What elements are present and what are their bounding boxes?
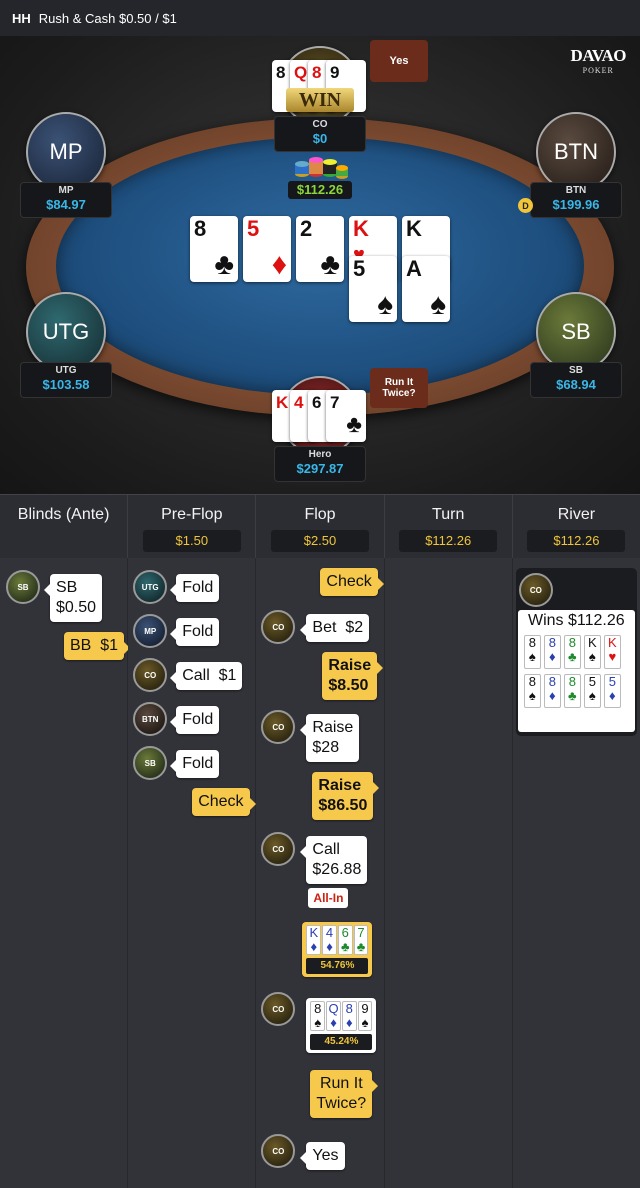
mini-card: 5 ♠ (583, 674, 601, 708)
col-preflop: UTG Fold MP Fold CO Call $1 BTN Fold SB … (128, 558, 257, 1188)
allin-badge: All-In (308, 888, 349, 908)
winner-text: Wins $112.26 (527, 612, 625, 629)
action-hero-raise-1: Raise $8.50 (322, 652, 383, 700)
avatar-co: CO (261, 610, 296, 644)
mini-card: 6 ♣ (337, 925, 353, 955)
seat-sb-avatar: SB (536, 292, 616, 372)
winner-hand-2: 8 ♠ 8 ♦ 8 ♣ 5 ♠ 5 ♦ (518, 674, 635, 708)
avatar-co: CO (518, 573, 553, 607)
co-equity-box: 8 ♠ Q ♦ 8 ♦ 9 ♠ 45.24% (306, 998, 377, 1053)
board-card-2: 5 ♦ (243, 216, 291, 282)
board-card-3: 2 ♣ (296, 216, 344, 282)
game-title: Rush & Cash $0.50 / $1 (38, 10, 177, 26)
board2-card-1: 5 ♠ (349, 256, 397, 322)
col-flop: Check CO Bet $2 Raise $8.50 CO Raise $28… (256, 558, 385, 1188)
street-preflop: Pre-Flop $1.50 (128, 495, 257, 558)
action-bb-blind: BB $1 (64, 632, 131, 660)
mini-card: 5 ♦ (603, 674, 621, 708)
mini-card: 8 ♣ (563, 635, 581, 669)
hero-equity: 54.76% (306, 958, 369, 974)
action-hero-check-flop: Check (320, 568, 385, 596)
winner-panel: CO Wins $112.26 8 ♠ 8 ♦ 8 ♣ K ♠ K ♥ 8 ♠ 8 ♦ 8 ♣ … (515, 568, 637, 736)
avatar-sb: SB (6, 570, 40, 604)
action-utg-fold: Fold (170, 574, 220, 602)
top-bar: HH Rush & Cash $0.50 / $1 (0, 0, 640, 36)
avatar-mp: MP (133, 614, 168, 648)
hero-card-4: 7 ♣ (326, 390, 366, 442)
avatar-co: CO (261, 992, 296, 1026)
avatar-utg: UTG (133, 570, 168, 604)
avatar-co: CO (261, 832, 296, 866)
mini-card: 8 ♣ (563, 674, 581, 708)
seat-btn: BTN $199.96 (530, 182, 622, 218)
action-hero-run-it-twice: Run It Twice? (310, 1070, 378, 1118)
action-columns: SB SB $0.50 BB $1 UTG Fold MP Fold CO Ca… (0, 558, 640, 1188)
chip-stack-icon (295, 157, 348, 179)
mini-card: K ♦ (306, 925, 322, 955)
co-equity: 45.24% (310, 1034, 373, 1050)
mini-card: 8 ♠ (523, 635, 541, 669)
col-river: CO Wins $112.26 8 ♠ 8 ♦ 8 ♣ K ♠ K ♥ 8 ♠ 8 ♦ 8 ♣ … (512, 558, 640, 1188)
seat-utg: UTG $103.58 (20, 362, 112, 398)
action-co-raise: Raise $28 (300, 714, 360, 762)
board2-card-2: A ♠ (402, 256, 450, 322)
hero-equity-box: K ♦ 4 ♦ 6 ♣ 7 ♣ 54.76% (302, 922, 373, 977)
mini-card: 8 ♠ (310, 1001, 326, 1031)
col-turn (384, 558, 513, 1188)
seat-btn-avatar: BTN (536, 112, 616, 192)
action-mp-fold: Fold (170, 618, 220, 646)
winner-hand-1: 8 ♠ 8 ♦ 8 ♣ K ♠ K ♥ (518, 635, 635, 669)
winner-info: Wins $112.26 8 ♠ 8 ♦ 8 ♣ K ♠ K ♥ 8 ♠ 8 ♦ 8 ♣ 5 ♠ … (517, 610, 635, 732)
seat-mp: MP $84.97 (20, 182, 112, 218)
avatar-co: CO (133, 658, 168, 692)
mini-card: 4 ♦ (322, 925, 337, 955)
action-hero-raise-2: Raise $86.50 (312, 772, 380, 820)
mini-card: 9 ♠ (357, 1001, 373, 1031)
hero-speech-bubble: Run It Twice? (370, 368, 428, 408)
davao-poker-logo: DAVAO POKER (570, 46, 627, 75)
win-badge: WIN (286, 88, 354, 112)
pot-amount: $112.26 (288, 181, 352, 199)
board-card-1: 8 ♣ (190, 216, 238, 282)
poker-table: DAVAO POKER 8 Q 8 9 WIN CO $0 Yes MP MP … (0, 36, 640, 494)
street-turn: Turn $112.26 (385, 495, 513, 558)
seat-hero: Hero $297.87 (274, 446, 366, 482)
action-sb-blind: SB $0.50 (43, 574, 103, 622)
seat-utg-avatar: UTG (26, 292, 106, 372)
seat-mp-avatar: MP (26, 112, 106, 192)
street-blinds: Blinds (Ante) (0, 495, 129, 558)
street-header: Blinds (Ante) Pre-Flop $1.50 Flop $2.50 … (0, 494, 640, 558)
action-sb-fold: Fold (170, 750, 220, 778)
action-co-yes: Yes (300, 1142, 345, 1170)
mini-card: 8 ♠ (523, 674, 541, 708)
dealer-button: D (518, 198, 533, 213)
mini-card: K ♠ (583, 635, 601, 669)
mini-card: 8 ♦ (543, 635, 561, 669)
action-hero-check-preflop: Check (192, 788, 256, 816)
avatar-btn: BTN (133, 702, 168, 736)
avatar-co: CO (261, 710, 296, 744)
action-co-call: Call $1 (170, 662, 243, 690)
mini-card: 8 ♦ (543, 674, 561, 708)
mini-card: 7 ♣ (353, 925, 369, 955)
seat-sb: SB $68.94 (530, 362, 622, 398)
avatar-sb: SB (133, 746, 168, 780)
avatar-co: CO (261, 1134, 296, 1168)
mini-card: 8 ♦ (341, 1001, 357, 1031)
seat-co: CO $0 (274, 116, 366, 152)
action-btn-fold: Fold (170, 706, 220, 734)
mini-card: Q ♦ (326, 1001, 341, 1031)
col-blinds: SB SB $0.50 BB $1 (0, 558, 131, 1188)
action-co-call-allin: Call $26.88 (300, 836, 368, 884)
action-co-bet: Bet $2 (300, 614, 370, 642)
mini-card: K ♥ (603, 635, 621, 669)
co-speech-bubble: Yes (370, 40, 428, 82)
street-flop: Flop $2.50 (256, 495, 385, 558)
hand-history-label: HH (12, 10, 31, 26)
street-river: River $112.26 (513, 495, 640, 558)
